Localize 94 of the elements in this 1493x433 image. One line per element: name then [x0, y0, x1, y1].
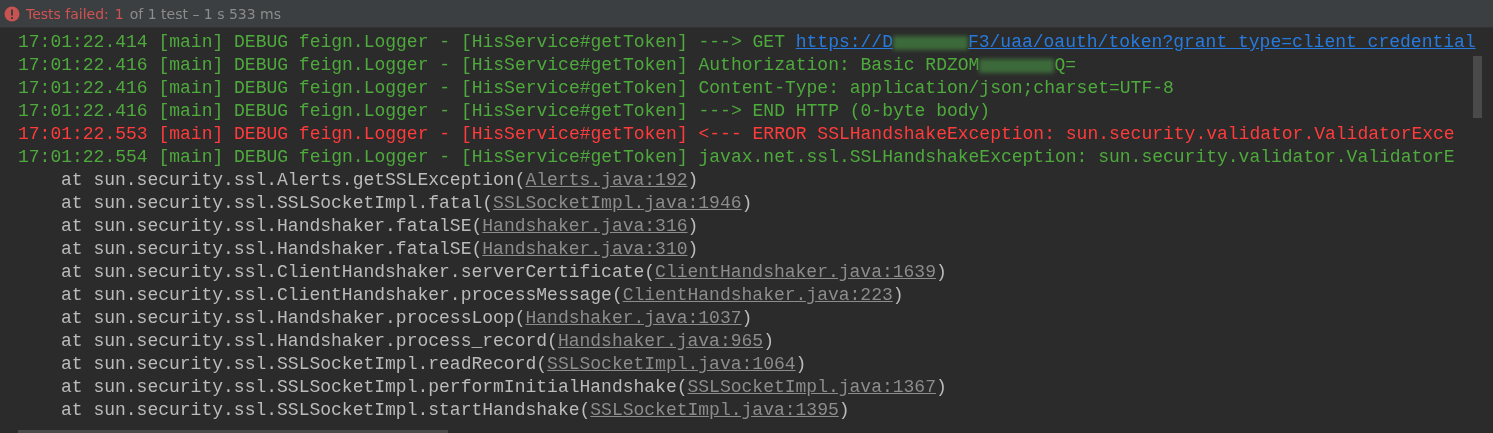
source-link[interactable]: SSLSocketImpl.java:1395: [590, 399, 839, 422]
stack-paren: ): [741, 192, 753, 215]
source-link[interactable]: Handshaker.java:310: [482, 238, 688, 261]
vertical-scrollbar[interactable]: [1473, 56, 1482, 118]
logger-name: feign.Logger: [298, 54, 429, 77]
log-level: DEBUG: [234, 54, 289, 77]
stack-method: sun.security.ssl.Alerts.getSSLException(: [93, 169, 526, 192]
log-separator: -: [439, 100, 451, 123]
logger-name: feign.Logger: [298, 100, 429, 123]
log-message: ---> GET: [698, 31, 786, 54]
log-time: 17:01:22.416: [18, 100, 148, 123]
stack-at: at: [61, 399, 83, 422]
log-tag: [HisService#getToken]: [460, 54, 688, 77]
stack-at: at: [61, 284, 83, 307]
log-tag: [HisService#getToken]: [460, 123, 688, 146]
log-level: DEBUG: [234, 31, 289, 54]
log-time: 17:01:22.553: [18, 123, 148, 146]
stack-paren: ): [935, 376, 947, 399]
source-link[interactable]: SSLSocketImpl.java:1946: [493, 192, 742, 215]
source-link[interactable]: SSLSocketImpl.java:1064: [547, 353, 796, 376]
logger-name: feign.Logger: [298, 77, 429, 100]
stack-paren: ): [935, 261, 947, 284]
log-thread: [main]: [158, 54, 224, 77]
source-link[interactable]: Handshaker.java:316: [482, 215, 688, 238]
log-tag: [HisService#getToken]: [460, 31, 688, 54]
stack-paren: ): [687, 215, 699, 238]
stack-at: at: [61, 261, 83, 284]
stack-paren: ): [741, 307, 753, 330]
stack-method: sun.security.ssl.ClientHandshaker.serverCertificate(: [93, 261, 656, 284]
log-time: 17:01:22.416: [18, 54, 148, 77]
failed-count: 1: [114, 5, 124, 22]
source-link[interactable]: SSLSocketImpl.java:1367: [687, 376, 936, 399]
log-separator: -: [439, 54, 451, 77]
url-link[interactable]: F3/uaa/oauth/token?grant_type=client_credential: [967, 31, 1476, 54]
test-summary: of 1 test – 1 s 533 ms: [129, 5, 282, 22]
log-message: <--- ERROR SSLHandshakeException: sun.security.validator.ValidatorExce: [698, 123, 1455, 146]
stack-at: at: [61, 376, 83, 399]
log-time: 17:01:22.554: [18, 146, 148, 169]
log-message: Content-Type: application/json;charset=UTF-8: [698, 77, 1174, 100]
status-label: Tests failed:: [26, 5, 109, 22]
source-link[interactable]: Handshaker.java:1037: [525, 307, 742, 330]
log-level: DEBUG: [234, 123, 289, 146]
source-link[interactable]: Alerts.java:192: [525, 169, 688, 192]
log-message: Authorization: Basic RDZOM: [698, 54, 980, 77]
stack-at: at: [61, 192, 83, 215]
stack-method: sun.security.ssl.SSLSocketImpl.readRecord(: [93, 353, 548, 376]
log-level: DEBUG: [234, 100, 289, 123]
stack-method: sun.security.ssl.Handshaker.fatalSE(: [93, 215, 483, 238]
log-tag: [HisService#getToken]: [460, 146, 688, 169]
log-message: Q=: [1054, 54, 1076, 77]
log-tag: [HisService#getToken]: [460, 100, 688, 123]
url-link[interactable]: https://D: [795, 31, 893, 54]
stack-method: sun.security.ssl.ClientHandshaker.processMessage(: [93, 284, 623, 307]
log-level: DEBUG: [234, 146, 289, 169]
log-separator: -: [439, 123, 451, 146]
log-message: ---> END HTTP (0-byte body): [698, 100, 991, 123]
stack-at: at: [61, 215, 83, 238]
logger-name: feign.Logger: [298, 31, 429, 54]
log-time: 17:01:22.414: [18, 31, 148, 54]
stack-paren: ): [687, 169, 699, 192]
log-thread: [main]: [158, 31, 224, 54]
error-icon: [4, 5, 20, 22]
log-message: javax.net.ssl.SSLHandshakeException: sun.security.validator.ValidatorE: [698, 146, 1455, 169]
stack-method: sun.security.ssl.SSLSocketImpl.fatal(: [93, 192, 494, 215]
stack-at: at: [61, 353, 83, 376]
log-time: 17:01:22.416: [18, 77, 148, 100]
stack-at: at: [61, 307, 83, 330]
stack-method: sun.security.ssl.SSLSocketImpl.startHandshake(: [93, 399, 591, 422]
log-thread: [main]: [158, 100, 224, 123]
stack-method: sun.security.ssl.Handshaker.processLoop(: [93, 307, 526, 330]
source-link[interactable]: ClientHandshaker.java:223: [622, 284, 893, 307]
log-tag: [HisService#getToken]: [460, 77, 688, 100]
source-link[interactable]: ClientHandshaker.java:1639: [655, 261, 936, 284]
stack-paren: ): [795, 353, 807, 376]
stack-method: sun.security.ssl.SSLSocketImpl.performInitialHandshake(: [93, 376, 688, 399]
stack-at: at: [61, 330, 83, 353]
log-separator: -: [439, 31, 451, 54]
log-thread: [main]: [158, 146, 224, 169]
stack-at: at: [61, 238, 83, 261]
stack-paren: ): [687, 238, 699, 261]
log-separator: -: [439, 77, 451, 100]
stack-at: at: [61, 169, 83, 192]
source-link[interactable]: Handshaker.java:965: [557, 330, 764, 353]
logger-name: feign.Logger: [298, 146, 429, 169]
stack-method: sun.security.ssl.Handshaker.fatalSE(: [93, 238, 483, 261]
log-thread: [main]: [158, 77, 224, 100]
log-level: DEBUG: [234, 77, 289, 100]
stack-paren: ): [892, 284, 904, 307]
log-thread: [main]: [158, 123, 224, 146]
stack-method: sun.security.ssl.Handshaker.process_record(: [93, 330, 558, 353]
stack-paren: ): [763, 330, 774, 353]
stack-paren: ): [838, 399, 850, 422]
log-separator: -: [439, 146, 451, 169]
logger-name: feign.Logger: [298, 123, 429, 146]
